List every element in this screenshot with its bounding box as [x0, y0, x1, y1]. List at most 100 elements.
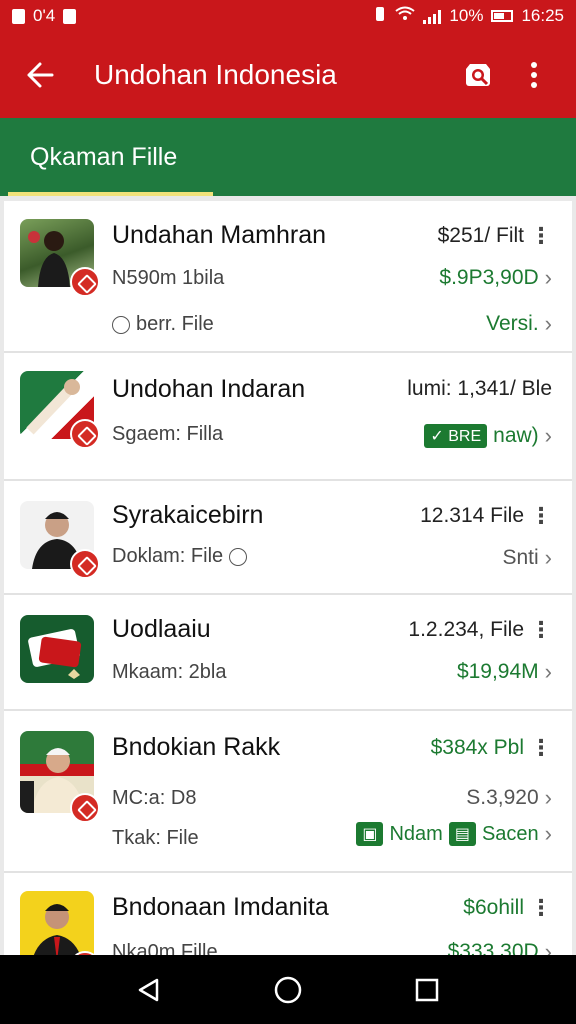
chevron-right-icon: ›: [544, 659, 552, 684]
thumbnail-image: [20, 615, 94, 683]
tag-icon: ▣: [356, 822, 384, 846]
chevron-right-icon: ›: [544, 423, 552, 448]
file-list: Undahan Mamhran N590m 1bila berr. File $…: [4, 201, 572, 955]
app-bar: Undohan Indonesia: [0, 32, 576, 118]
item-price-text: $19,94M: [456, 660, 539, 683]
item-title: Syrakaicebirn: [112, 501, 264, 529]
item-price-text: $6ohill: [463, 896, 524, 919]
item-version-text: Versi.: [486, 312, 539, 335]
more-options-button[interactable]: [512, 53, 556, 97]
item-title: Bndonaan Imdanita: [112, 893, 329, 921]
chevron-right-icon: ›: [544, 939, 552, 955]
item-meta: Tkak: File: [112, 827, 199, 849]
badge-icon: [70, 549, 100, 579]
item-size: $251/ Filt ⋮: [438, 223, 552, 249]
item-subtitle: Nka0m Fille: [112, 941, 218, 955]
tag-sacen: Sacen: [481, 822, 539, 845]
item-price-text: $.9P3,90D: [439, 266, 539, 289]
recents-square-icon: [415, 978, 438, 1001]
list-item[interactable]: Bndonaan Imdanita Nka0m Fille $6ohill ⋮ $…: [4, 873, 572, 955]
item-size-text: 12.314 File: [420, 504, 524, 527]
item-subtitle: Mkaam: 2bla: [112, 661, 227, 683]
list-item[interactable]: Uodlaaiu Mkaam: 2bla 1.2.234, File ⋮ $19,…: [4, 595, 572, 711]
badge-icon: [70, 267, 100, 297]
more-icon[interactable]: ⋮: [530, 223, 552, 249]
arrow-left-icon: [27, 62, 54, 88]
status-left: 0'4: [12, 6, 77, 26]
item-subtitle: Doklam: File: [112, 545, 248, 568]
battery-icon: [491, 10, 514, 22]
chevron-right-icon: ›: [544, 545, 552, 570]
tab-strip: Qkaman Fille: [0, 118, 576, 196]
thumbnail-image: [20, 891, 94, 955]
item-price-secondary: $333.30D ›: [448, 939, 552, 955]
list-item[interactable]: Bndokian Rakk MC:a: D8 Tkak: File $384x …: [4, 711, 572, 873]
more-icon[interactable]: ⋮: [530, 617, 552, 643]
item-price: $19,94M ›: [457, 659, 552, 685]
status-right: 10% 16:25: [373, 6, 564, 27]
item-subtitle: MC:a: D8: [112, 787, 197, 809]
status-bar: 0'4 10% 16:25: [0, 0, 576, 32]
navigation-bar: [0, 955, 576, 1024]
item-thumbnail: [20, 371, 100, 449]
search-button[interactable]: [456, 53, 500, 97]
item-size: 1.2.234, File ⋮: [408, 617, 552, 643]
tab-indicator: [8, 192, 213, 196]
wifi-icon: [395, 6, 416, 27]
item-thumbnail: [20, 219, 100, 297]
item-subtitle-text: Doklam: File: [112, 545, 224, 567]
item-title: Uodlaaiu: [112, 615, 211, 643]
nav-back-button[interactable]: [125, 966, 173, 1014]
item-size-text: $251/ Filt: [437, 224, 524, 247]
status-left-text: 0'4: [33, 6, 56, 25]
item-status-text: Snti: [502, 546, 539, 569]
nav-recents-button[interactable]: [403, 966, 451, 1014]
more-icon[interactable]: ⋮: [530, 735, 552, 761]
item-thumbnail: [20, 501, 100, 579]
tag-icon: ▤: [448, 822, 476, 846]
item-size: lumi: 1,341/ Ble: [407, 377, 552, 401]
item-price-secondary-text: $333.30D: [447, 940, 539, 955]
badge-icon: [70, 419, 100, 449]
nav-home-button[interactable]: [264, 966, 312, 1014]
info-circle-icon: [229, 547, 248, 566]
item-title: Undohan Indaran: [112, 375, 306, 403]
chevron-right-icon: ›: [544, 311, 552, 336]
tag-ndam: Ndam: [389, 822, 443, 845]
search-icon: [466, 64, 490, 86]
vibrate-icon: [373, 6, 387, 27]
list-item[interactable]: Undahan Mamhran N590m 1bila berr. File $…: [4, 201, 572, 353]
item-price: $6ohill ⋮: [463, 895, 552, 921]
item-title: Undahan Mamhran: [112, 221, 327, 249]
item-status-text: naw): [493, 424, 539, 447]
tab-qkaman-fille[interactable]: Qkaman Fille: [8, 118, 213, 196]
item-thumbnail: [20, 731, 100, 823]
item-price: $384x Pbl ⋮: [431, 735, 552, 761]
item-meta: berr. File: [112, 313, 214, 336]
chevron-right-icon: ›: [544, 785, 552, 810]
item-status: Snti ›: [502, 545, 552, 571]
battery-percent: 10%: [449, 6, 484, 25]
list-item[interactable]: Syrakaicebirn Doklam: File 12.314 File ⋮ …: [4, 481, 572, 595]
item-price-text: $384x Pbl: [430, 736, 524, 759]
item-subtitle: Sgaem: Filla: [112, 423, 224, 445]
item-size: S.3,920 ›: [466, 785, 552, 811]
list-item[interactable]: Undohan Indaran Sgaem: Filla lumi: 1,341…: [4, 353, 572, 481]
item-title: Bndokian Rakk: [112, 733, 281, 761]
item-version: Versi. ›: [486, 311, 552, 337]
download-icon: [12, 8, 25, 24]
chevron-right-icon: ›: [544, 265, 552, 290]
app-title: Undohan Indonesia: [94, 59, 337, 90]
item-size-text: S.3,920: [466, 786, 539, 809]
item-tags: ▣ Ndam ▤ Sacen ›: [356, 821, 552, 847]
status-pill: ✓ BRE: [424, 424, 488, 448]
back-button[interactable]: [20, 55, 60, 95]
back-triangle-icon: [139, 978, 159, 1001]
badge-icon: [70, 793, 100, 823]
home-circle-icon: [274, 976, 302, 1003]
more-icon[interactable]: ⋮: [530, 503, 552, 529]
item-subtitle: N590m 1bila: [112, 267, 225, 289]
more-icon[interactable]: ⋮: [530, 895, 552, 921]
status-time: 16:25: [521, 6, 564, 25]
notification-icon: [63, 8, 77, 24]
